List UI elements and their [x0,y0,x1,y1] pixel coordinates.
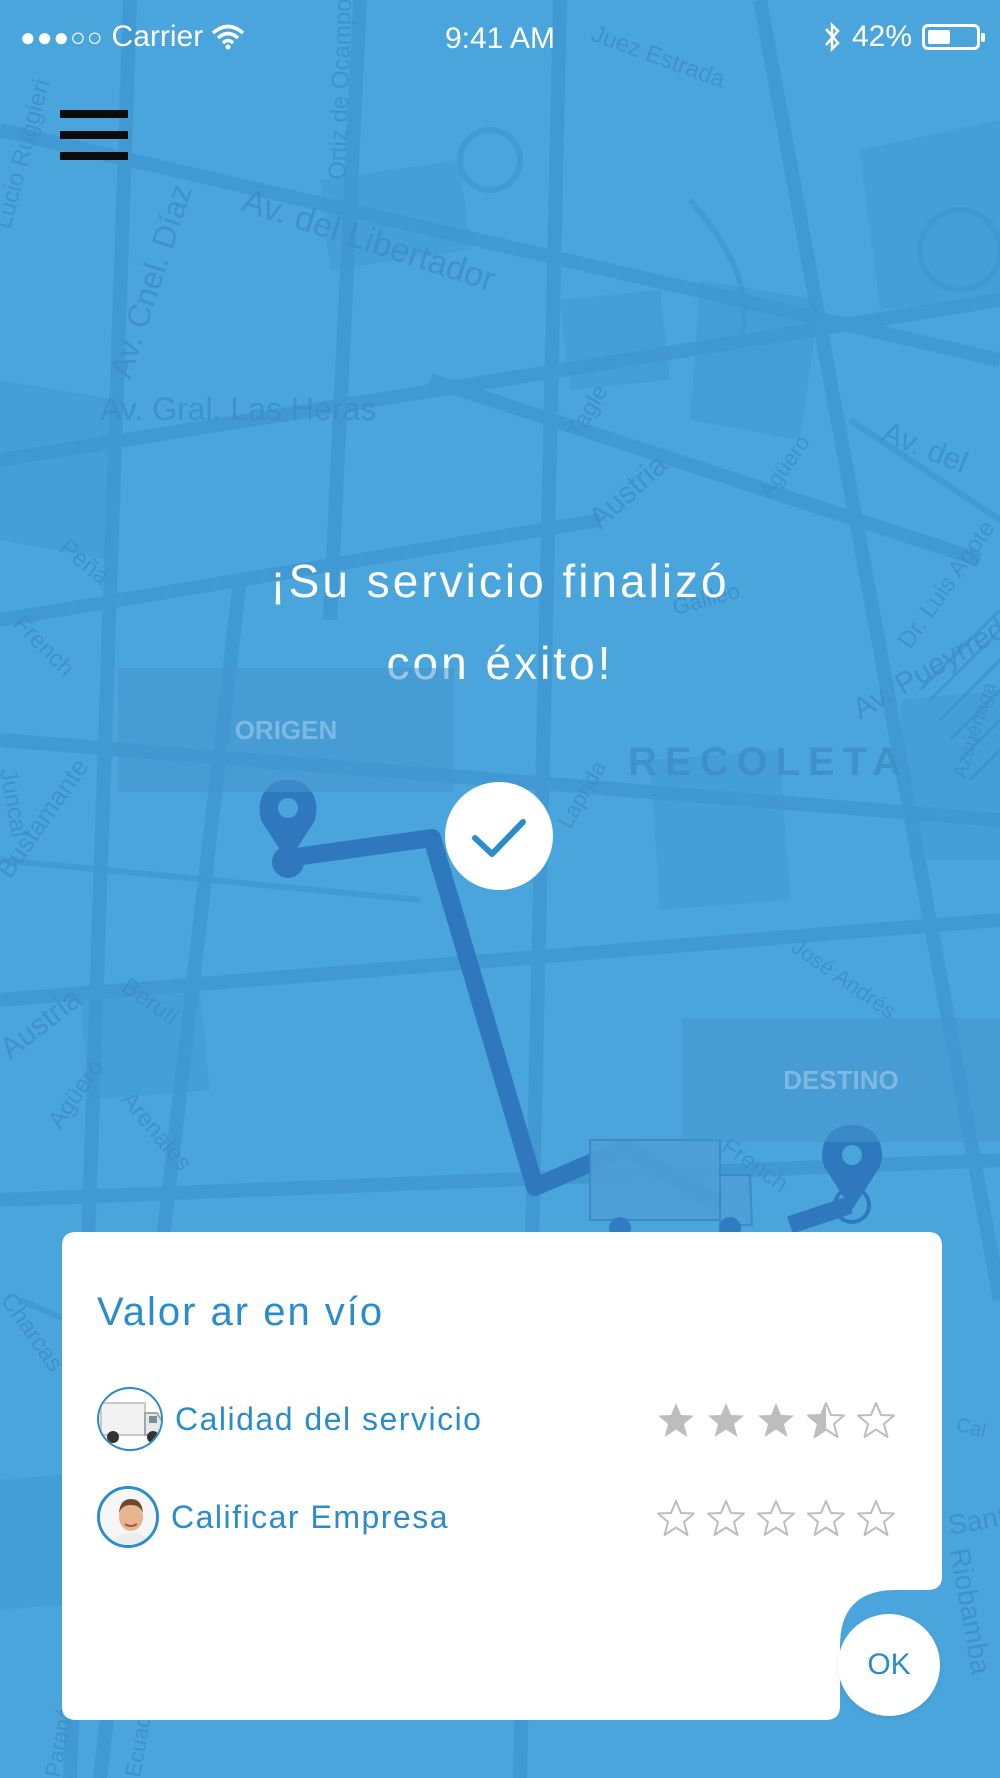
ok-button[interactable]: OK [838,1614,940,1716]
service-truck-avatar [97,1387,163,1451]
star-outline-icon[interactable] [806,1498,846,1538]
rating-row-service-quality: Calidad del servicio [97,1386,482,1452]
origin-tag: ORIGEN [118,668,454,792]
rating-row-company: Calificar Empresa [97,1484,449,1550]
battery-percentage: 42% [851,20,912,53]
map-street-label: French [8,610,80,682]
star-outline-icon[interactable] [706,1498,746,1538]
map-street-label: Cal [954,1414,989,1443]
map-street-label: Lucio Ruggieri [0,76,56,231]
company-rating-stars[interactable] [656,1498,896,1538]
star-outline-icon[interactable] [656,1498,696,1538]
service-quality-stars[interactable] [656,1400,896,1440]
map-recoleta-label: RECOLETA [628,740,909,784]
star-outline-icon[interactable] [856,1400,896,1440]
star-filled-icon[interactable] [706,1400,746,1440]
route-path-tail [787,1196,853,1234]
map-street-label: Av. Gral. Las Heras [100,391,376,427]
hamburger-menu-icon[interactable] [60,110,128,166]
star-outline-icon[interactable] [756,1498,796,1538]
map-street-label: Charcas [0,1288,68,1377]
map-street-label: Santa Fe [946,1491,1000,1541]
company-rating-label: Calificar Empresa [171,1498,450,1535]
destination-tag: DESTINO [682,1018,1000,1142]
star-filled-icon[interactable] [656,1400,696,1440]
bluetooth-icon [825,21,840,53]
status-bar: ●●●○○ Carrier 9:41 AM 42% [0,0,1000,80]
truck-icon [100,1402,161,1443]
rating-card-title: Valor ar en vío [97,1290,385,1334]
app-screen: Av. del Libertador Av. Cnel. Díaz Ortiz … [0,0,1000,1778]
map-street-label: Riobamba [944,1546,997,1677]
battery-level-fill [928,30,950,44]
checkmark-icon [472,819,526,857]
star-half-icon[interactable] [806,1400,846,1440]
person-avatar-icon [100,1489,156,1545]
star-outline-icon[interactable] [856,1498,896,1538]
company-avatar [97,1486,159,1548]
map-street-label: José Andrés [787,934,901,1024]
success-message-line-1: ¡Su servicio finalizó [270,555,730,607]
status-right: 42% [822,20,985,54]
service-quality-label: Calidad del servicio [175,1400,483,1437]
battery-icon [922,24,985,50]
star-filled-icon[interactable] [756,1400,796,1440]
map-street-label: Austria [583,448,675,535]
map-street-label: Juncal [0,766,33,839]
rating-card: Valor ar en vío Calidad del servicio Cal… [62,1232,942,1720]
completed-check-badge [445,782,553,890]
